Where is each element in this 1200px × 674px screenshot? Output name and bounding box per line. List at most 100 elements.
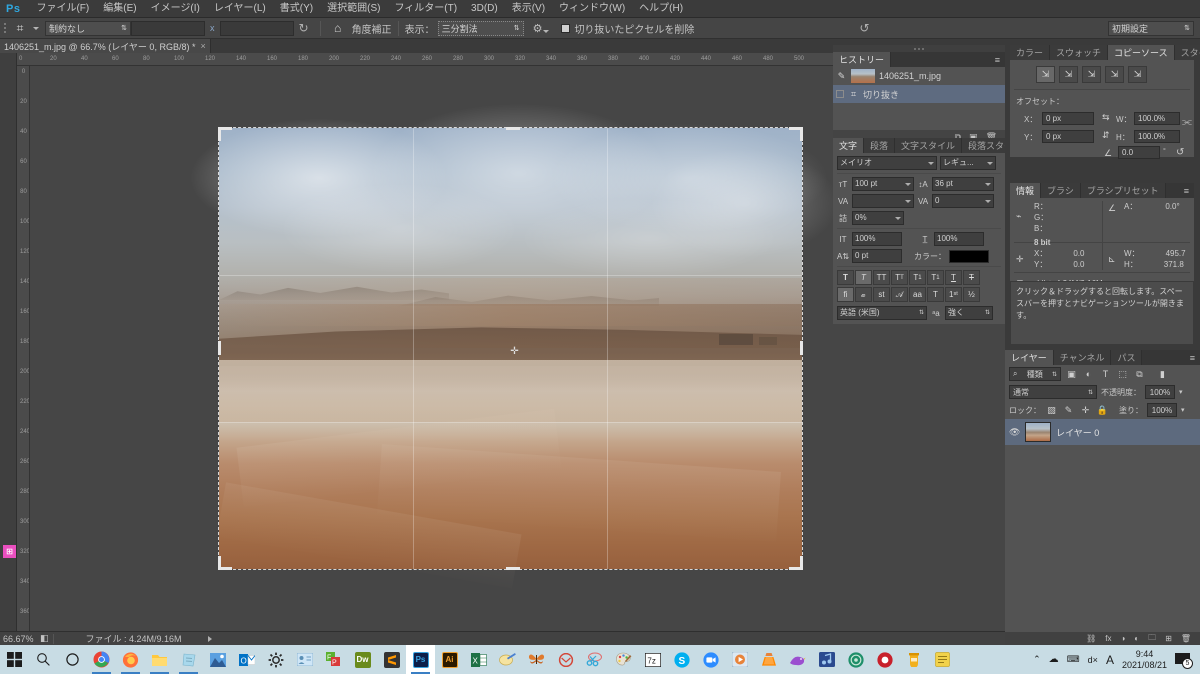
offset-x-input[interactable]: 0 px <box>1042 112 1094 125</box>
history-item[interactable]: ✎ 1406251_m.jpg <box>833 67 1005 85</box>
panel-menu-icon[interactable]: ≡ <box>1185 350 1200 365</box>
tab-channels[interactable]: チャンネル <box>1053 350 1112 365</box>
gear-chevron-down-icon[interactable] <box>543 29 550 33</box>
faux-bold-button[interactable]: T <box>837 270 854 285</box>
menu-filter[interactable]: フィルター(T) <box>387 0 464 18</box>
copy-source-slot-4[interactable]: ⇲ <box>1105 66 1124 83</box>
crop-handle-top-center[interactable] <box>506 127 520 130</box>
language-select[interactable]: 英語 (米国) ⇅ <box>837 306 927 320</box>
network-icon[interactable]: ⌨ <box>1067 654 1080 665</box>
vertical-scale-input[interactable]: 100% <box>852 232 902 246</box>
chrome-icon[interactable] <box>87 645 116 674</box>
discretionary-ligatures-button[interactable]: st <box>873 287 890 302</box>
flip-horizontal-icon[interactable]: ⇆ <box>1102 112 1110 123</box>
menu-edit[interactable]: 編集(E) <box>96 0 143 18</box>
search-icon[interactable] <box>29 645 58 674</box>
link-layers-icon[interactable]: ⛓ <box>1086 634 1096 643</box>
blend-mode-select[interactable]: 通常 ⇅ <box>1009 385 1097 399</box>
outlook-icon[interactable]: O <box>232 645 261 674</box>
illustrator-icon[interactable]: Ai <box>435 645 464 674</box>
standard-ligatures-button[interactable]: fi <box>837 287 854 302</box>
lock-position-icon[interactable]: ✛ <box>1079 403 1092 417</box>
menu-image[interactable]: イメージ(I) <box>144 0 207 18</box>
font-size-input[interactable]: 100 pt <box>852 177 914 191</box>
crop-handle-top-left[interactable] <box>218 127 221 141</box>
smart-object-filter-icon[interactable]: ⧉ <box>1133 367 1146 381</box>
delete-layer-icon[interactable]: 🗑 <box>1181 634 1191 643</box>
panel-menu-icon[interactable]: ≡ <box>1179 183 1194 198</box>
adjustment-layer-icon[interactable]: ◐ <box>1134 634 1139 643</box>
butterfly-icon[interactable] <box>522 645 551 674</box>
pixel-filter-icon[interactable]: ▣ <box>1065 367 1078 381</box>
layer-style-icon[interactable]: fx <box>1105 634 1111 643</box>
crop-ratio-select[interactable]: 制約なし ⇅ <box>45 20 131 36</box>
superscript-button[interactable]: T1 <box>909 270 926 285</box>
menu-type[interactable]: 書式(Y) <box>273 0 320 18</box>
media-player-icon[interactable] <box>725 645 754 674</box>
firefox-icon[interactable] <box>116 645 145 674</box>
copy-source-slot-2[interactable]: ⇲ <box>1059 66 1078 83</box>
tab-brush[interactable]: ブラシ <box>1041 183 1081 198</box>
crop-handle-left-center[interactable] <box>218 341 221 355</box>
font-family-select[interactable]: メイリオ <box>837 156 937 170</box>
anti-alias-select[interactable]: 強く ⇅ <box>945 306 993 320</box>
offset-y-input[interactable]: 0 px <box>1042 130 1094 143</box>
ime-indicator[interactable]: A <box>1106 653 1114 667</box>
tab-brush-presets[interactable]: ブラシプリセット <box>1080 183 1166 198</box>
contextual-alternates-button[interactable]: 𝒶 <box>855 287 872 302</box>
reset-crop-icon[interactable]: ↻ <box>294 21 314 35</box>
text-color-swatch[interactable] <box>949 249 989 263</box>
shape-filter-icon[interactable]: ⬚ <box>1116 367 1129 381</box>
copy-source-slot-1[interactable]: ⇲ <box>1036 66 1055 83</box>
scale-h-input[interactable]: 100.0% <box>1134 130 1180 143</box>
swap-width-height-button[interactable]: x <box>205 23 220 33</box>
honey-icon[interactable] <box>899 645 928 674</box>
crop-handle-top-right[interactable] <box>800 127 803 141</box>
tsume-input[interactable]: 0% <box>852 211 904 225</box>
panel-menu-icon[interactable]: ≡ <box>990 52 1005 67</box>
menu-file[interactable]: ファイル(F) <box>29 0 96 18</box>
fill-chevron-down-icon[interactable]: ▾ <box>1181 406 1185 414</box>
faux-italic-button[interactable]: T <box>855 270 872 285</box>
lock-all-icon[interactable]: 🔒 <box>1096 403 1109 417</box>
crop-handle-bottom-right[interactable] <box>800 556 803 570</box>
tab-paragraph[interactable]: 段落 <box>864 138 896 153</box>
canvas-area[interactable]: ✛ <box>30 66 833 631</box>
crop-height-input[interactable] <box>219 20 294 36</box>
photoshop-icon[interactable]: Ps <box>406 645 435 674</box>
sticky-notes-icon[interactable] <box>174 645 203 674</box>
crop-handle-bottom-left[interactable] <box>218 556 221 570</box>
record-icon[interactable] <box>870 645 899 674</box>
layer-visibility-icon[interactable]: 👁 <box>1009 427 1020 438</box>
green-disc-icon[interactable] <box>841 645 870 674</box>
tab-history[interactable]: ヒストリー <box>833 52 892 67</box>
settings-icon[interactable] <box>261 645 290 674</box>
history-panel-grip[interactable] <box>833 45 1005 52</box>
tool-preset-chevron-down-icon[interactable] <box>33 26 39 30</box>
photos-icon[interactable] <box>203 645 232 674</box>
underline-button[interactable]: T <box>945 270 962 285</box>
menu-help[interactable]: ヘルプ(H) <box>632 0 690 18</box>
palette-icon[interactable] <box>609 645 638 674</box>
clock[interactable]: 9:44 2021/08/21 <box>1122 649 1167 671</box>
menu-view[interactable]: 表示(V) <box>505 0 552 18</box>
cloud-sync-icon[interactable]: ☁ <box>1049 654 1059 665</box>
crop-handle-bottom-center[interactable] <box>506 567 520 570</box>
tab-info[interactable]: 情報 <box>1010 183 1042 198</box>
tray-chevron-up-icon[interactable]: ⌃ <box>1033 654 1041 665</box>
history-brush-source-icon[interactable]: ✎ <box>836 71 847 82</box>
tab-paths[interactable]: パス <box>1111 350 1143 365</box>
oldstyle-button[interactable]: aa <box>909 287 926 302</box>
crop-handle-right-center[interactable] <box>800 341 803 355</box>
straighten-label[interactable]: 角度補正 <box>352 21 392 36</box>
subscript-button[interactable]: T1 <box>927 270 944 285</box>
opacity-input[interactable]: 100% <box>1145 385 1175 399</box>
strikethrough-button[interactable]: T <box>963 270 980 285</box>
image-canvas[interactable]: ✛ <box>189 103 833 589</box>
scissors-icon[interactable] <box>580 645 609 674</box>
document-tab[interactable]: 1406251_m.jpg @ 66.7% (レイヤー 0, RGB/8) * … <box>0 39 211 53</box>
menu-select[interactable]: 選択範囲(S) <box>320 0 387 18</box>
paint-icon[interactable] <box>493 645 522 674</box>
notes-icon[interactable] <box>928 645 957 674</box>
history-item[interactable]: ⌗ 切り抜き <box>833 85 1005 103</box>
